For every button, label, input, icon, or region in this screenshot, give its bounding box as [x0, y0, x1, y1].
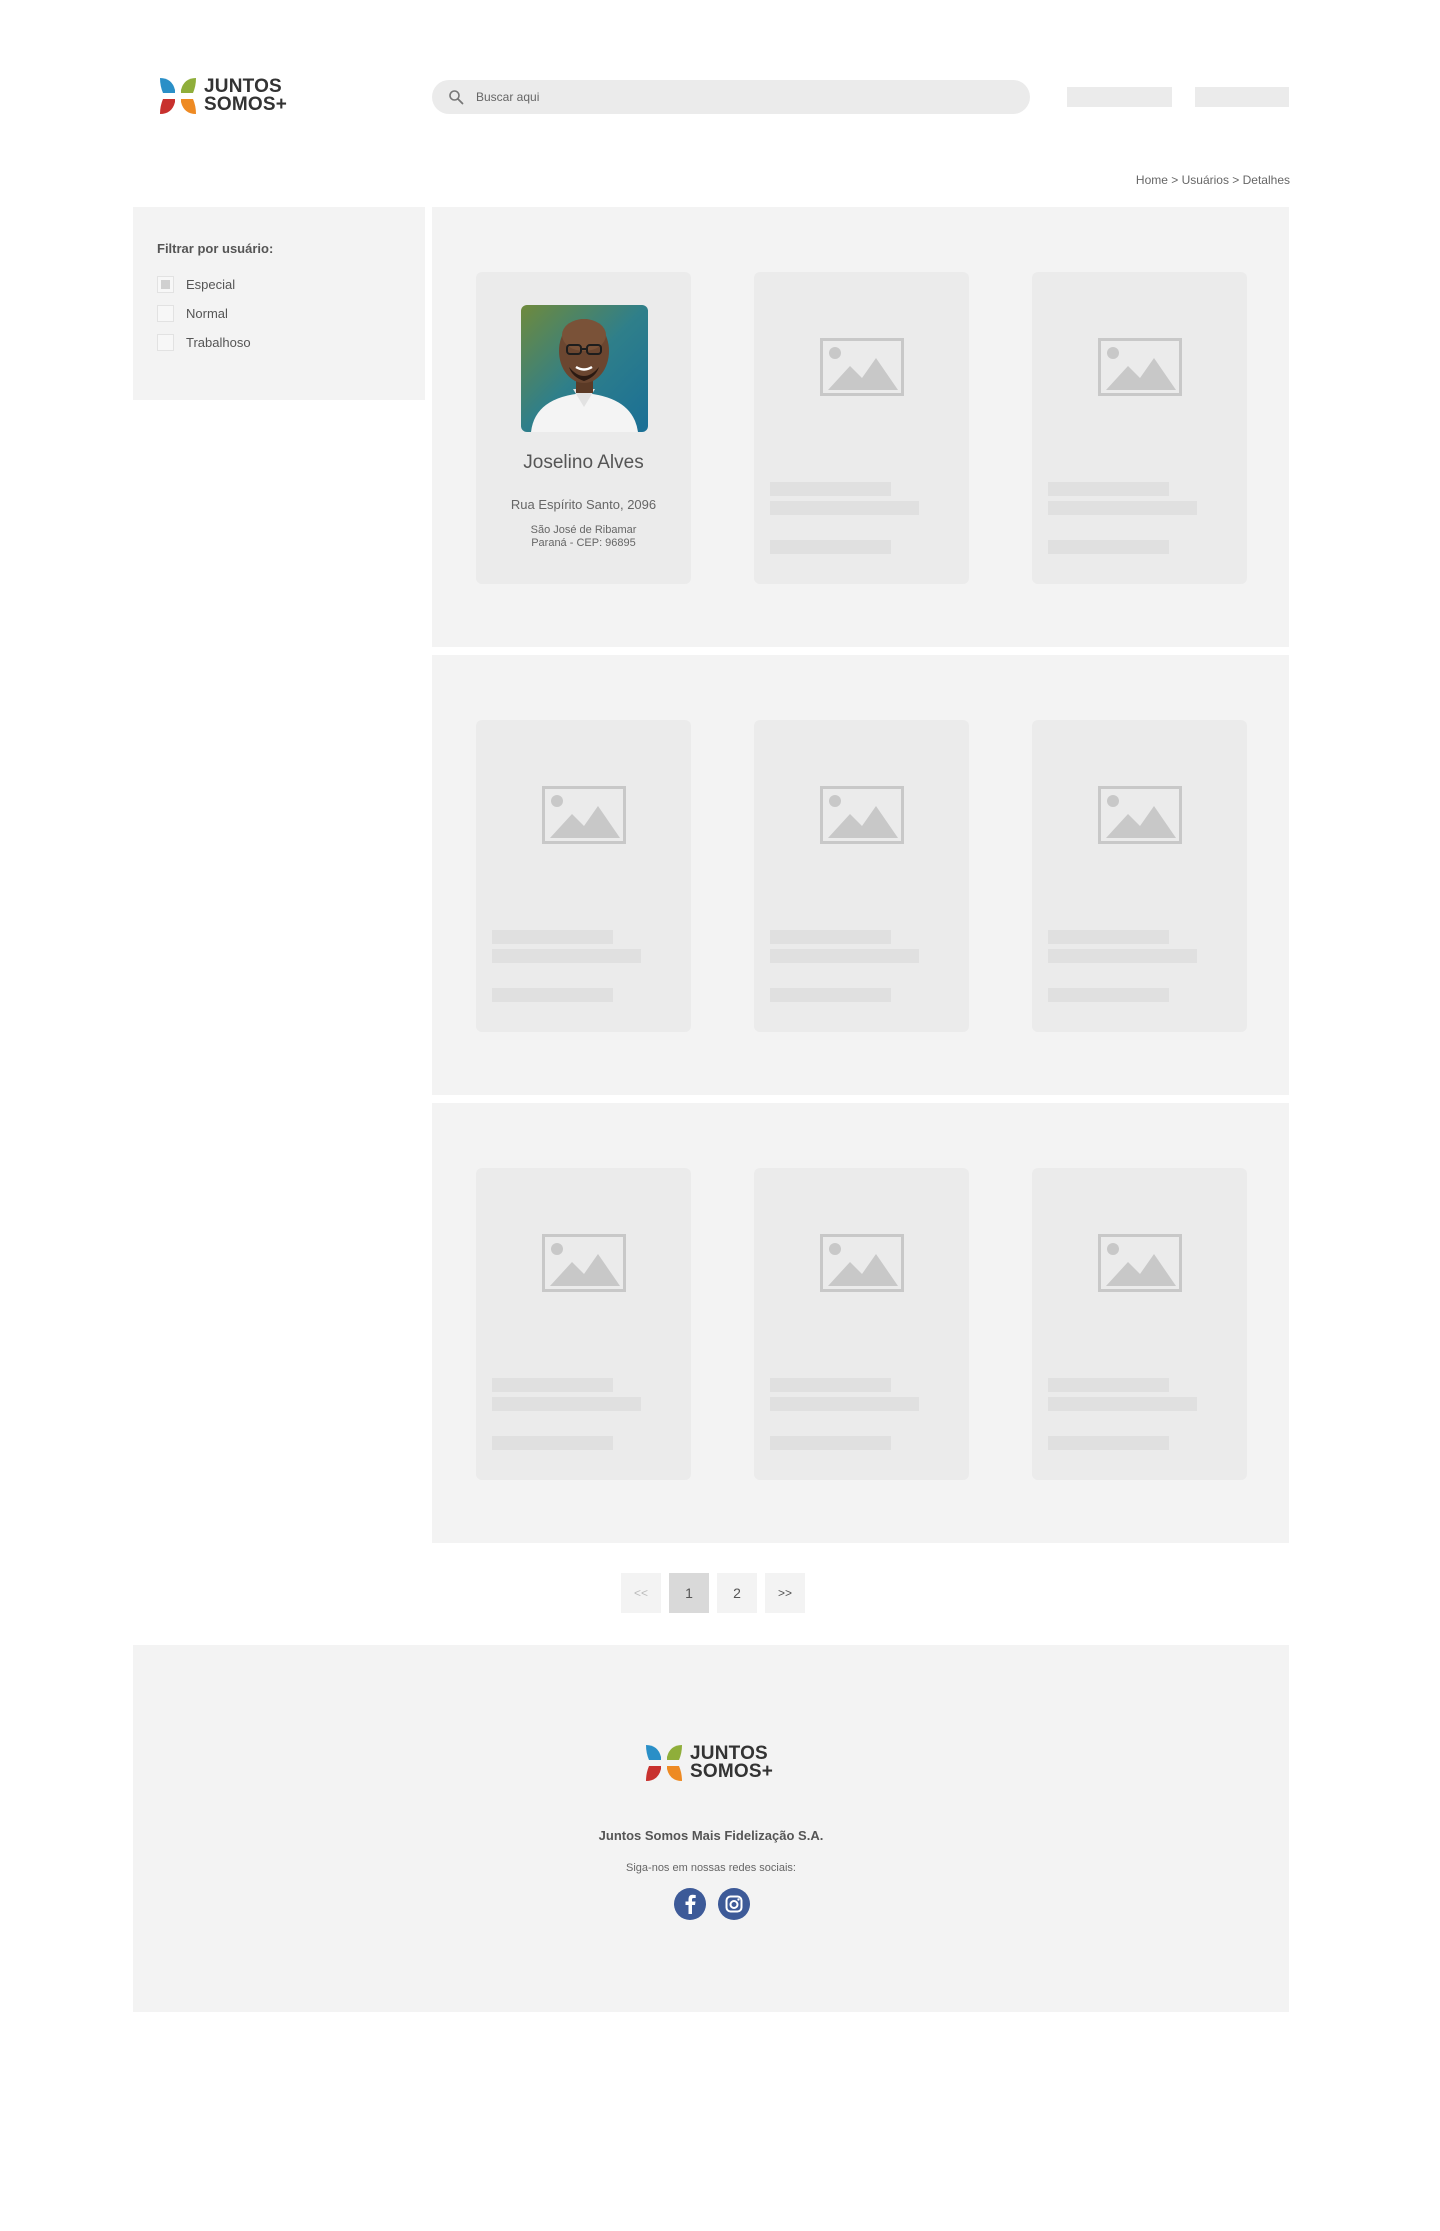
brand-mark-icon [644, 1743, 684, 1783]
user-card-placeholder[interactable] [1032, 720, 1247, 1032]
filter-title: Filtrar por usuário: [157, 241, 274, 256]
company-name: Juntos Somos Mais Fidelização S.A. [598, 1828, 824, 1843]
card-row-2 [432, 655, 1289, 1095]
placeholder-line [492, 949, 641, 963]
placeholder-line [770, 949, 919, 963]
placeholder-line [770, 540, 891, 554]
image-placeholder-icon [1098, 338, 1182, 396]
user-city: São José de Ribamar [530, 524, 637, 536]
search-icon [449, 90, 464, 105]
brand-mark-icon [158, 76, 198, 116]
filter-label-trabalhoso: Trabalhoso [186, 335, 251, 350]
pagination-next-button[interactable]: >> [765, 1573, 805, 1613]
header-button-1[interactable] [1067, 87, 1172, 107]
placeholder-line [770, 1436, 891, 1450]
placeholder-line [770, 988, 891, 1002]
pagination: << 1 2 >> [621, 1573, 805, 1613]
search-bar[interactable] [432, 80, 1030, 114]
card-row-1: Joselino Alves Rua Espírito Santo, 2096 … [432, 207, 1289, 647]
placeholder-line [1048, 949, 1197, 963]
placeholder-line [1048, 501, 1197, 515]
checkbox-normal[interactable] [157, 305, 174, 322]
user-card-placeholder[interactable] [476, 1168, 691, 1480]
filter-especial[interactable]: Especial [157, 270, 401, 299]
placeholder-line [770, 1397, 919, 1411]
user-card-placeholder[interactable] [1032, 1168, 1247, 1480]
filter-normal[interactable]: Normal [157, 299, 401, 328]
checkbox-especial[interactable] [157, 276, 174, 293]
filter-sidebar: Filtrar por usuário: Especial Normal Tra… [133, 207, 425, 400]
pagination-prev-button[interactable]: << [621, 1573, 661, 1613]
header-logo[interactable]: JUNTOS SOMOS+ [158, 76, 287, 116]
pagination-page-2[interactable]: 2 [717, 1573, 757, 1613]
user-card-placeholder[interactable] [754, 1168, 969, 1480]
placeholder-line [1048, 1378, 1169, 1392]
image-placeholder-icon [820, 786, 904, 844]
placeholder-line [1048, 1436, 1169, 1450]
image-placeholder-icon [542, 786, 626, 844]
user-state-cep: Paraná - CEP: 96895 [531, 537, 636, 549]
user-card-placeholder[interactable] [754, 272, 969, 584]
placeholder-line [1048, 1397, 1197, 1411]
brand-wordmark: JUNTOS SOMOS+ [690, 1743, 774, 1782]
instagram-icon[interactable] [718, 1888, 750, 1920]
placeholder-line [492, 988, 613, 1002]
social-links [674, 1888, 750, 1920]
filter-label-normal: Normal [186, 306, 228, 321]
user-street: Rua Espírito Santo, 2096 [510, 497, 657, 512]
image-placeholder-icon [542, 1234, 626, 1292]
placeholder-line [1048, 482, 1169, 496]
user-card-placeholder[interactable] [1032, 272, 1247, 584]
placeholder-line [492, 1397, 641, 1411]
placeholder-line [770, 482, 891, 496]
placeholder-line [770, 930, 891, 944]
placeholder-line [1048, 988, 1169, 1002]
footer-logo[interactable]: JUNTOS SOMOS+ [644, 1743, 773, 1783]
placeholder-line [1048, 540, 1169, 554]
image-placeholder-icon [820, 338, 904, 396]
pagination-page-1[interactable]: 1 [669, 1573, 709, 1613]
image-placeholder-icon [1098, 1234, 1182, 1292]
user-avatar [521, 305, 648, 432]
placeholder-line [770, 1378, 891, 1392]
placeholder-line [492, 1378, 613, 1392]
search-input[interactable] [476, 90, 976, 104]
user-card-placeholder[interactable] [476, 720, 691, 1032]
user-card-placeholder[interactable] [754, 720, 969, 1032]
filter-trabalhoso[interactable]: Trabalhoso [157, 328, 401, 357]
breadcrumb[interactable]: Home > Usuários > Detalhes [1136, 173, 1290, 187]
brand-wordmark: JUNTOS SOMOS+ [204, 76, 288, 115]
placeholder-line [492, 930, 613, 944]
facebook-icon[interactable] [674, 1888, 706, 1920]
card-row-3 [432, 1103, 1289, 1543]
placeholder-line [492, 1436, 613, 1450]
image-placeholder-icon [1098, 786, 1182, 844]
social-label: Siga-nos em nossas redes sociais: [626, 1862, 796, 1874]
header-button-2[interactable] [1195, 87, 1289, 107]
filter-label-especial: Especial [186, 277, 236, 292]
placeholder-line [770, 501, 919, 515]
checkbox-trabalhoso[interactable] [157, 334, 174, 351]
user-card-profile[interactable]: Joselino Alves Rua Espírito Santo, 2096 … [476, 272, 691, 584]
placeholder-line [1048, 930, 1169, 944]
footer: JUNTOS SOMOS+ Juntos Somos Mais Fideliza… [133, 1645, 1289, 2012]
user-name: Joselino Alves [523, 452, 644, 473]
image-placeholder-icon [820, 1234, 904, 1292]
